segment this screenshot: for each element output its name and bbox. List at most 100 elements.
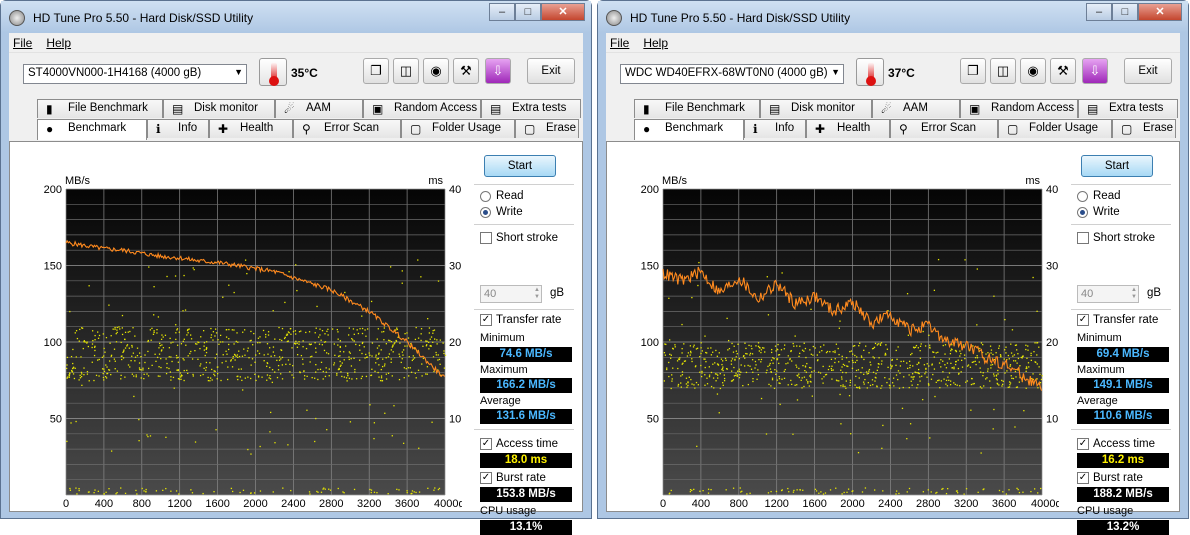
- access-time-point: [399, 342, 401, 344]
- access-time-point: [944, 344, 947, 346]
- access-time-point: [1037, 387, 1039, 389]
- tab-health[interactable]: ✚ Health: [209, 119, 293, 138]
- start-button[interactable]: Start: [484, 155, 556, 177]
- burst-rate-checkbox[interactable]: ✓ Burst rate: [1077, 472, 1143, 484]
- options-button[interactable]: ⚒: [453, 58, 479, 84]
- access-time-point: [250, 453, 252, 455]
- close-button[interactable]: ✕: [541, 3, 585, 21]
- drive-select[interactable]: ST4000VN000-1H4168 (4000 gB) ▼: [23, 64, 247, 84]
- tab-folder-usage[interactable]: ▢ Folder Usage: [998, 119, 1112, 138]
- access-time-point: [794, 384, 796, 386]
- access-time-point: [706, 352, 708, 354]
- menu-file[interactable]: File: [610, 36, 629, 52]
- access-time-point: [1009, 384, 1011, 386]
- maximize-button[interactable]: □: [1112, 3, 1138, 21]
- tab-random-access[interactable]: ▣ Random Access: [960, 99, 1078, 118]
- screenshot-button[interactable]: ◉: [423, 58, 449, 84]
- copy-info-button[interactable]: ❐: [363, 58, 389, 84]
- short-stroke-checkbox[interactable]: Short stroke: [480, 232, 558, 244]
- close-button[interactable]: ✕: [1138, 3, 1182, 21]
- tab-benchmark[interactable]: ● Benchmark: [37, 119, 147, 140]
- exit-button[interactable]: Exit: [527, 58, 575, 84]
- exit-button[interactable]: Exit: [1124, 58, 1172, 84]
- tab-info[interactable]: ℹ Info: [744, 119, 806, 138]
- access-time-point: [186, 334, 188, 336]
- access-time-point: [672, 367, 674, 369]
- access-time-point: [721, 363, 723, 366]
- title-bar[interactable]: HD Tune Pro 5.50 - Hard Disk/SSD Utility…: [1, 1, 591, 33]
- read-radio[interactable]: Read: [1077, 190, 1121, 202]
- write-radio[interactable]: Write: [480, 206, 523, 218]
- drive-select[interactable]: WDC WD40EFRX-68WT0N0 (4000 gB) ▼: [620, 64, 844, 84]
- minimize-button[interactable]: –: [1086, 3, 1112, 21]
- access-time-point: [716, 393, 719, 395]
- copy-info-button[interactable]: ❐: [960, 58, 986, 84]
- access-time-point: [976, 268, 978, 270]
- tab-disk-monitor[interactable]: ▤ Disk monitor: [760, 99, 872, 118]
- tab-disk-monitor[interactable]: ▤ Disk monitor: [163, 99, 275, 118]
- copy-screen-button[interactable]: ◫: [393, 58, 419, 84]
- tab-health[interactable]: ✚ Health: [806, 119, 890, 138]
- tab-benchmark[interactable]: ● Benchmark: [634, 119, 744, 140]
- access-time-point: [749, 354, 751, 356]
- tab-extra-tests[interactable]: ▤ Extra tests: [481, 99, 581, 118]
- y-right-tick-label: 20: [449, 337, 461, 349]
- access-time-point: [835, 487, 837, 489]
- access-time-point: [83, 374, 85, 376]
- minimum-label: Minimum: [1077, 332, 1122, 344]
- access-time-point: [669, 353, 671, 355]
- tab-file-benchmark[interactable]: ▮ File Benchmark: [37, 99, 163, 118]
- access-time-point: [381, 380, 384, 382]
- tab-aam[interactable]: ☄ AAM: [872, 99, 960, 118]
- access-time-point: [233, 291, 235, 294]
- short-stroke-checkbox[interactable]: Short stroke: [1077, 232, 1155, 244]
- access-time-point: [804, 347, 807, 350]
- transfer-rate-checkbox[interactable]: ✓ Transfer rate: [1077, 314, 1158, 326]
- transfer-rate-checkbox[interactable]: ✓ Transfer rate: [480, 314, 561, 326]
- tab-folder-usage[interactable]: ▢ Folder Usage: [401, 119, 515, 138]
- menu-file[interactable]: File: [13, 36, 32, 52]
- tab-aam[interactable]: ☄ AAM: [275, 99, 363, 118]
- tab-file-benchmark[interactable]: ▮ File Benchmark: [634, 99, 760, 118]
- options-button[interactable]: ⚒: [1050, 58, 1076, 84]
- menu-help[interactable]: Help: [643, 36, 668, 52]
- maximize-button[interactable]: □: [515, 3, 541, 21]
- access-time-point: [326, 330, 328, 332]
- tab-erase[interactable]: ▢ Erase: [515, 119, 579, 138]
- access-time-point: [150, 339, 152, 341]
- access-time-point: [277, 364, 280, 367]
- save-button[interactable]: ⇩: [485, 58, 511, 84]
- access-time-point: [934, 395, 936, 398]
- access-time-point: [772, 362, 774, 364]
- minimize-button[interactable]: –: [489, 3, 515, 21]
- tab-random-access[interactable]: ▣ Random Access: [363, 99, 481, 118]
- short-stroke-spinner[interactable]: 40 ▲ ▼: [1077, 285, 1139, 303]
- start-button[interactable]: Start: [1081, 155, 1153, 177]
- access-time-point: [133, 395, 135, 398]
- access-time-point: [206, 341, 208, 343]
- tab-info[interactable]: ℹ Info: [147, 119, 209, 138]
- access-time-point: [361, 327, 364, 330]
- tab-erase[interactable]: ▢ Erase: [1112, 119, 1176, 138]
- access-time-point: [121, 358, 123, 361]
- copy-screen-button[interactable]: ◫: [990, 58, 1016, 84]
- screenshot-button[interactable]: ◉: [1020, 58, 1046, 84]
- x-tick-label: 0: [660, 498, 666, 508]
- read-radio[interactable]: Read: [480, 190, 524, 202]
- write-radio[interactable]: Write: [1077, 206, 1120, 218]
- short-stroke-spinner[interactable]: 40 ▲ ▼: [480, 285, 542, 303]
- tab-error-scan[interactable]: ⚲ Error Scan: [890, 119, 998, 138]
- tab-extra-tests[interactable]: ▤ Extra tests: [1078, 99, 1178, 118]
- title-bar[interactable]: HD Tune Pro 5.50 - Hard Disk/SSD Utility…: [598, 1, 1188, 33]
- save-button[interactable]: ⇩: [1082, 58, 1108, 84]
- access-time-point: [950, 362, 952, 365]
- menu-help[interactable]: Help: [46, 36, 71, 52]
- tab-error-scan[interactable]: ⚲ Error Scan: [293, 119, 401, 138]
- access-time-checkbox[interactable]: ✓ Access time: [1077, 438, 1155, 450]
- access-time-point: [717, 377, 719, 379]
- access-time-point: [209, 380, 211, 382]
- burst-rate-checkbox[interactable]: ✓ Burst rate: [480, 472, 546, 484]
- access-time-point: [281, 327, 284, 330]
- access-time-point: [724, 357, 727, 360]
- access-time-checkbox[interactable]: ✓ Access time: [480, 438, 558, 450]
